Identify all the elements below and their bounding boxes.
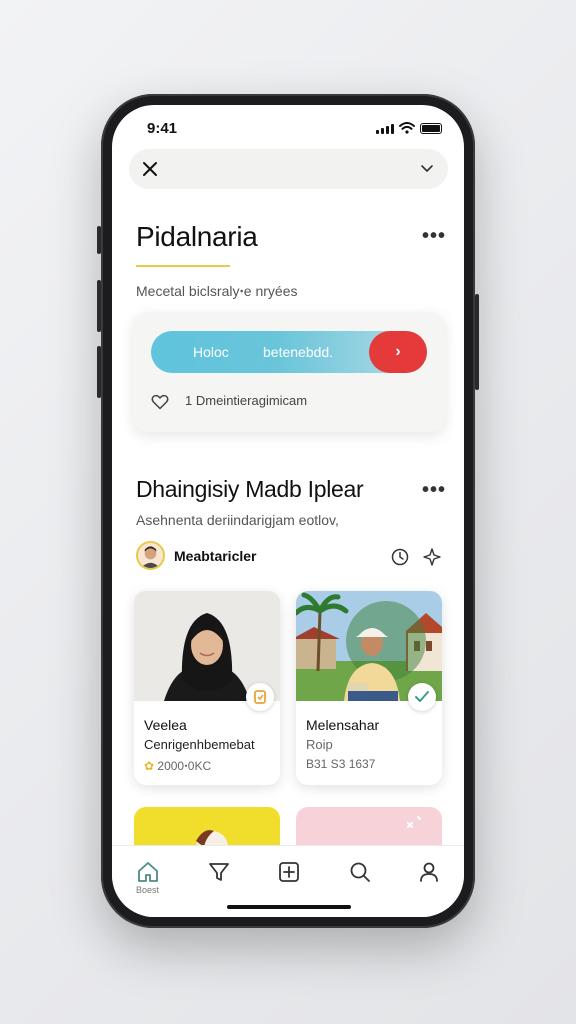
author-name[interactable]: Meabtaricler — [174, 548, 256, 564]
more-horizontal-icon[interactable]: ••• — [422, 479, 446, 502]
content-card[interactable]: Veelea Cenrigenhbemebat ✿ 2000ꞏ0KC — [134, 591, 280, 785]
close-icon[interactable] — [141, 160, 159, 178]
card-meta: B31 S3 1637 — [306, 757, 376, 771]
card-title: Melensahar — [306, 717, 380, 733]
chevron-down-icon[interactable] — [420, 163, 434, 175]
avatar[interactable] — [136, 541, 165, 570]
power-button — [475, 294, 479, 390]
feed-title: Dhaingisiy Madb Iplear — [136, 476, 364, 502]
more-horizontal-icon[interactable]: ••• — [422, 225, 446, 248]
like-info: 1 Dmeintieragimicam — [185, 393, 307, 408]
check-icon[interactable] — [408, 683, 436, 711]
slider-go-button[interactable]: › — [369, 331, 427, 373]
like-count: 1 — [185, 393, 193, 408]
volume-up-button — [97, 280, 101, 332]
heart-icon[interactable] — [151, 394, 169, 410]
status-icons — [376, 122, 442, 134]
status-bar: 9:41 — [112, 105, 464, 149]
flower-icon: ✿ — [144, 759, 155, 773]
card-meta-text: 2000ꞏ0KC — [157, 759, 212, 773]
phone-frame: 9:41 Pidalnaria ••• Mecetal biclsralyꞏe … — [97, 94, 479, 928]
card-meta: ✿ 2000ꞏ0KC — [144, 757, 211, 774]
like-text: Dmeintieragimicam — [195, 393, 308, 408]
add-square-icon[interactable] — [277, 860, 301, 884]
volume-down-button — [97, 346, 101, 398]
card-subtitle: Cenrigenhbemebat — [144, 737, 255, 752]
home-indicator[interactable] — [227, 905, 351, 909]
screen: 9:41 Pidalnaria ••• Mecetal biclsralyꞏe … — [112, 105, 464, 917]
status-time: 9:41 — [147, 120, 178, 137]
action-card: Holoc betenebdd. › 1 Dmeintieragimicam — [133, 312, 445, 432]
chevron-right-icon: › — [395, 343, 401, 360]
slider-right-label: betenebdd. — [263, 344, 334, 360]
signal-icon — [376, 124, 394, 134]
content-card-peek[interactable] — [296, 807, 442, 847]
home-icon[interactable] — [136, 860, 160, 884]
card-subtitle: Roip — [306, 737, 333, 752]
feed-subtitle: Asehnenta deriindarigjam eotlov, — [136, 512, 339, 528]
clock-icon[interactable] — [391, 548, 409, 566]
bookmark-icon[interactable] — [246, 683, 274, 711]
action-slider[interactable]: Holoc betenebdd. › — [151, 331, 427, 373]
mute-switch — [97, 226, 101, 254]
card-title: Veelea — [144, 717, 187, 733]
wifi-icon — [399, 122, 415, 134]
sparkle-icon[interactable] — [422, 547, 442, 567]
filter-icon[interactable] — [207, 860, 231, 884]
content-card[interactable]: Melensahar Roip B31 S3 1637 — [296, 591, 442, 785]
section-title: Pidalnaria — [136, 221, 258, 252]
battery-icon — [420, 123, 442, 134]
title-underline — [136, 265, 230, 267]
profile-icon[interactable] — [417, 860, 441, 884]
search-bar[interactable] — [129, 149, 448, 189]
tab-label-home[interactable]: Boest — [136, 885, 159, 895]
section-subtitle: Mecetal biclsralyꞏe nryées — [136, 283, 298, 299]
content-card-peek[interactable] — [134, 807, 280, 847]
slider-left-label: Holoc — [193, 344, 229, 360]
search-icon[interactable] — [348, 860, 372, 884]
